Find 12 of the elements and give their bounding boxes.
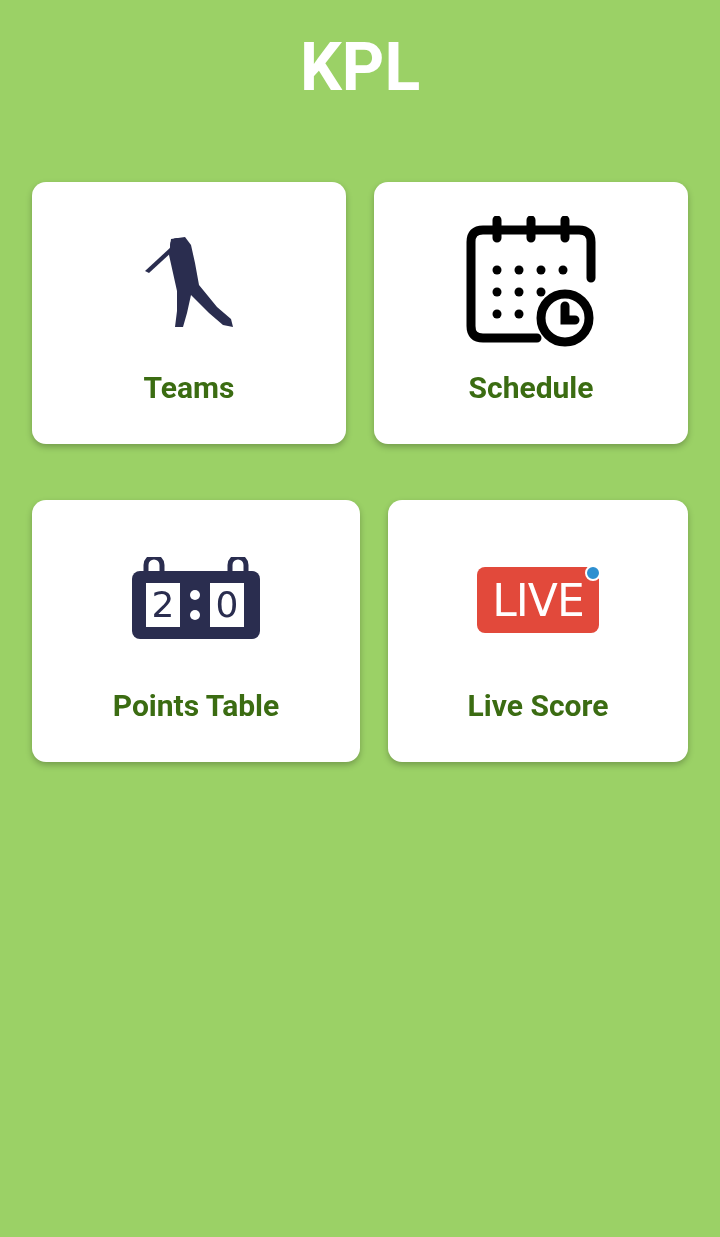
menu-card[interactable]: LIVE Live Score — [388, 500, 688, 762]
menu-card[interactable]: Schedule — [374, 182, 688, 444]
calendar-clock-icon — [465, 216, 597, 348]
card-label: Points Table — [112, 688, 280, 723]
card-label: Teams — [143, 370, 235, 405]
app-title: KPL — [298, 28, 422, 108]
card-label: Schedule — [468, 370, 594, 405]
menu-card[interactable]: 2 0 Points Table — [32, 500, 360, 762]
card-label: Live Score — [467, 688, 609, 723]
menu-card[interactable]: Teams — [32, 182, 346, 444]
dot-icon — [585, 565, 601, 581]
live-badge: LIVE — [477, 567, 599, 633]
